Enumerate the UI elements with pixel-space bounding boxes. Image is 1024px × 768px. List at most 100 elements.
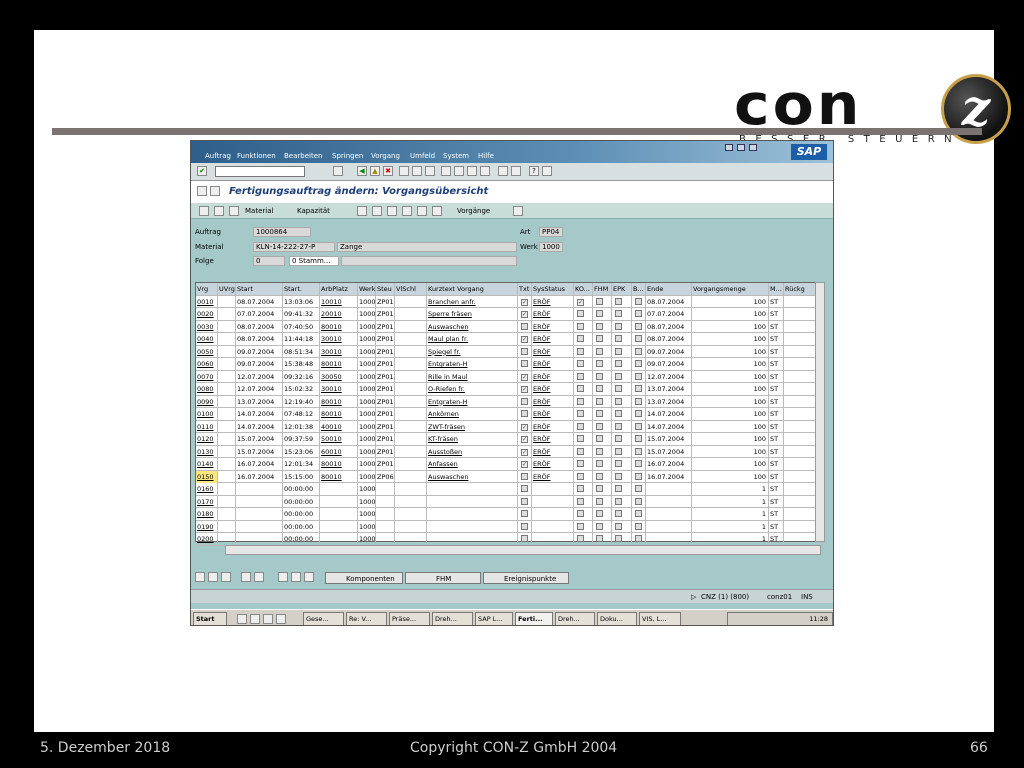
cell-text[interactable]: Branchen anfr. — [427, 295, 518, 308]
cell-arb[interactable]: 30050 — [320, 370, 358, 383]
cell-werk[interactable]: 1000 — [358, 420, 376, 433]
table-row[interactable]: 0010 08.07.2004 13:03:06 10010 1000 ZP01 Branc… — [196, 295, 822, 308]
checkbox-cell[interactable] — [593, 495, 612, 508]
checkbox-cell[interactable] — [593, 308, 612, 320]
checkbox-icon[interactable] — [577, 335, 584, 342]
checkbox-cell[interactable] — [612, 383, 632, 395]
first-page-icon[interactable] — [441, 166, 451, 176]
cell-start[interactable] — [236, 533, 283, 545]
cell-empty[interactable] — [395, 370, 427, 383]
checkbox-checked-icon[interactable]: ✓ — [521, 423, 528, 431]
checkbox-icon[interactable] — [596, 485, 603, 492]
checkbox-cell[interactable] — [632, 333, 646, 345]
column-header[interactable]: SysStatus — [532, 283, 574, 295]
table-row[interactable]: 0120 15.07.2004 09:37:59 50010 1000 ZP01 KT-fr… — [196, 433, 822, 446]
column-header[interactable]: ArbPlatz — [320, 283, 358, 295]
checkbox-cell[interactable] — [593, 345, 612, 358]
change-icon[interactable] — [304, 572, 314, 582]
cell-time[interactable]: 09:32:16 — [283, 370, 320, 383]
cell-time[interactable]: 07:40:50 — [283, 320, 320, 333]
cell-werk[interactable]: 1000 — [358, 458, 376, 470]
cell-menge[interactable]: 100 — [692, 308, 769, 320]
cell-vrg[interactable]: 0080 — [196, 383, 218, 395]
checkbox-cell[interactable] — [612, 520, 632, 533]
cell-sys[interactable]: ERÖF — [532, 408, 574, 420]
cell-arb[interactable]: 80010 — [320, 358, 358, 370]
checkbox-cell[interactable] — [593, 370, 612, 383]
cell-sys[interactable] — [532, 495, 574, 508]
menu-hilfe[interactable]: Hilfe — [478, 152, 494, 160]
cell-arb[interactable]: 20010 — [320, 308, 358, 320]
cell-time[interactable]: 15:02:32 — [283, 383, 320, 395]
checkbox-cell[interactable]: ✓ — [518, 445, 532, 458]
checkbox-cell[interactable] — [612, 445, 632, 458]
cell-ende[interactable]: 08.07.2004 — [646, 320, 692, 333]
cell-steu[interactable]: ZP01 — [376, 445, 395, 458]
checkbox-cell[interactable] — [632, 370, 646, 383]
cell-sys[interactable]: ERÖF — [532, 370, 574, 383]
cell-me[interactable]: ST — [769, 383, 784, 395]
exit-icon[interactable]: ▲ — [370, 166, 380, 176]
cell-vrg[interactable]: 0150 — [196, 470, 218, 483]
cell-empty[interactable] — [395, 495, 427, 508]
checkbox-cell[interactable] — [612, 495, 632, 508]
checkbox-icon[interactable] — [577, 310, 584, 317]
cell-text[interactable] — [427, 483, 518, 495]
cell-werk[interactable]: 1000 — [358, 433, 376, 445]
checkbox-icon[interactable] — [615, 397, 622, 405]
maximize-icon[interactable] — [737, 144, 745, 151]
checkbox-cell[interactable] — [632, 308, 646, 320]
cell-steu[interactable]: ZP01 — [376, 408, 395, 420]
table-row[interactable]: 0140 16.07.2004 12:01:34 80010 1000 ZP01 Anfas… — [196, 458, 822, 471]
checkbox-cell[interactable] — [612, 370, 632, 383]
checkbox-cell[interactable] — [574, 495, 593, 508]
checkbox-cell[interactable] — [574, 383, 593, 395]
folge-dropdown[interactable]: 0 Stamm... — [289, 256, 339, 266]
cell-time[interactable]: 11:44:18 — [283, 333, 320, 345]
cell-steu[interactable]: ZP01 — [376, 333, 395, 345]
table-row[interactable]: 0200 00:00:00 1000 1 ST — [196, 533, 822, 546]
cell-vrg[interactable]: 0120 — [196, 433, 218, 445]
cell-empty[interactable] — [395, 383, 427, 395]
checkbox-cell[interactable] — [632, 320, 646, 333]
cell-sys[interactable]: ERÖF — [532, 420, 574, 433]
cell-steu[interactable] — [376, 483, 395, 495]
menu-bearbeiten[interactable]: Bearbeiten — [284, 152, 322, 160]
cell-time[interactable]: 12:01:38 — [283, 420, 320, 433]
column-header[interactable]: Vrg — [196, 283, 218, 295]
checkbox-icon[interactable] — [577, 472, 584, 480]
cell-start[interactable] — [236, 520, 283, 533]
cell-werk[interactable]: 1000 — [358, 533, 376, 545]
checkbox-cell[interactable] — [632, 420, 646, 433]
cell-ende[interactable]: 15.07.2004 — [646, 433, 692, 445]
overview-icon[interactable] — [229, 206, 239, 216]
cell-empty[interactable] — [395, 333, 427, 345]
checkbox-icon[interactable] — [577, 447, 584, 455]
checkbox-icon[interactable] — [577, 510, 584, 517]
checkbox-icon[interactable] — [615, 510, 622, 517]
cell-werk[interactable]: 1000 — [358, 370, 376, 383]
auftrag-field[interactable]: 1000864 — [253, 227, 311, 237]
checkbox-icon[interactable] — [521, 522, 528, 530]
cell-me[interactable]: ST — [769, 320, 784, 333]
checkbox-cell[interactable]: ✓ — [574, 295, 593, 308]
checkbox-checked-icon[interactable]: ✓ — [521, 298, 528, 306]
table-row[interactable]: 0160 00:00:00 1000 1 ST — [196, 483, 822, 496]
prev-page-icon[interactable] — [454, 166, 464, 176]
komponenten-button[interactable]: Komponenten — [325, 572, 403, 584]
checkbox-icon[interactable] — [596, 335, 603, 342]
cell-empty[interactable] — [218, 470, 236, 483]
cell-vrg[interactable]: 0070 — [196, 370, 218, 383]
cell-menge[interactable]: 100 — [692, 295, 769, 308]
checkbox-cell[interactable] — [612, 320, 632, 333]
checkbox-icon[interactable] — [615, 472, 622, 480]
checkbox-icon[interactable] — [635, 372, 642, 380]
cell-werk[interactable]: 1000 — [358, 508, 376, 520]
cell-steu[interactable]: ZP06 — [376, 470, 395, 483]
task-item[interactable]: Doku... — [597, 612, 637, 625]
column-header[interactable]: UVrg — [218, 283, 236, 295]
checkbox-icon[interactable] — [577, 347, 584, 355]
checkbox-icon[interactable] — [596, 522, 603, 530]
cell-me[interactable]: ST — [769, 458, 784, 470]
table-row[interactable]: 0190 00:00:00 1000 1 ST — [196, 520, 822, 533]
